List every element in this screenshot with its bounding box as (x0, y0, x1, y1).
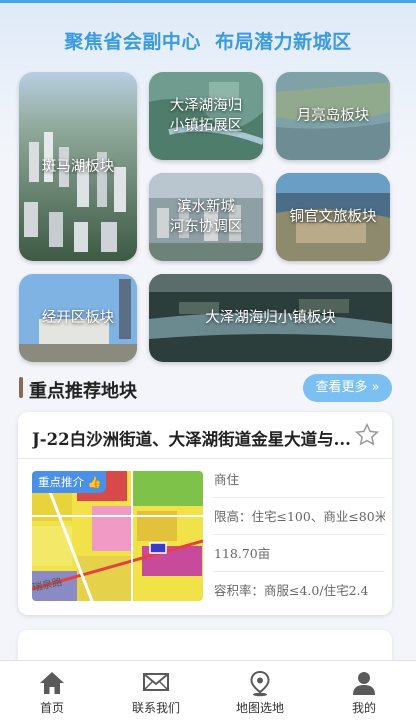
section-accent-bar (19, 377, 23, 398)
tile-banmahu[interactable]: 斑马湖板块 (19, 72, 137, 261)
featured-badge-label: 重点推介 (38, 475, 84, 489)
tile-label: 大泽湖海归小镇板块 (205, 310, 336, 326)
mail-icon (143, 673, 169, 691)
tile-jingkaiqu[interactable]: 经开区板块 (19, 274, 137, 362)
tab-label: 首页 (39, 701, 64, 715)
tab-contact[interactable]: 联系我们 (104, 661, 208, 721)
tab-label: 我的 (351, 701, 376, 715)
section-title: 重点推荐地块 (29, 381, 137, 402)
plot-height-limit: 限高：住宅≤100、商业≤80米 (213, 498, 385, 535)
tile-label: 滨水新城 河东协调区 (169, 199, 243, 235)
card-divider (18, 458, 392, 459)
map-pin-icon (250, 671, 270, 697)
plot-plot-ratio: 容积率：商服≤4.0/住宅2.4 (214, 583, 369, 598)
thumbs-up-icon: 👍 (87, 476, 102, 489)
tile-label: 经开区板块 (41, 310, 115, 326)
tab-profile[interactable]: 我的 (312, 661, 416, 721)
double-chevron-right-icon: » (367, 380, 380, 395)
tile-label: 斑马湖板块 (41, 158, 115, 175)
plot-title: J-22白沙洲街道、大泽湖街道金星大道与... (32, 430, 351, 449)
plot-area: 118.70亩 (213, 535, 385, 572)
tile-binshui-hedong[interactable]: 滨水新城 河东协调区 (149, 173, 263, 261)
tab-label: 联系我们 (131, 701, 180, 715)
tile-yueliangdao[interactable]: 月亮岛板块 (276, 72, 390, 160)
tab-home[interactable]: 首页 (0, 661, 104, 721)
tile-label: 铜官文旅板块 (289, 209, 377, 225)
tab-map-select[interactable]: 地图选地 (208, 661, 312, 721)
plot-attributes: 商住 限高：住宅≤100、商业≤80米 118.70亩 容积率：商服≤4.0/住… (213, 461, 385, 609)
tab-label: 地图选地 (235, 701, 284, 715)
land-plot-card[interactable]: J-22白沙洲街道、大泽湖街道金星大道与... 瑞泉路 重点推介 👍 商住 限高… (18, 412, 392, 615)
featured-badge: 重点推介 👍 (32, 471, 106, 493)
user-icon (353, 672, 375, 695)
view-more-button[interactable]: 查看更多 » (303, 374, 392, 402)
page-headline: 聚焦省会副中心 布局潜力新城区 (64, 31, 352, 53)
bottom-tab-bar: 首页 联系我们 地图选地 我的 (0, 660, 416, 721)
tile-label: 大泽湖海归 小镇拓展区 (169, 98, 243, 134)
tile-dazehu-town[interactable]: 大泽湖海归小镇板块 (149, 274, 392, 362)
tile-tongguan[interactable]: 铜官文旅板块 (276, 173, 390, 261)
plot-land-use: 商住 (213, 461, 385, 498)
plot-map-image[interactable]: 瑞泉路 重点推介 👍 (32, 471, 203, 601)
tile-dazehu-expansion[interactable]: 大泽湖海归 小镇拓展区 (149, 72, 263, 160)
home-icon (40, 672, 64, 694)
star-icon[interactable] (354, 422, 380, 448)
tile-label: 月亮岛板块 (296, 108, 370, 124)
view-more-label: 查看更多 (315, 380, 368, 395)
